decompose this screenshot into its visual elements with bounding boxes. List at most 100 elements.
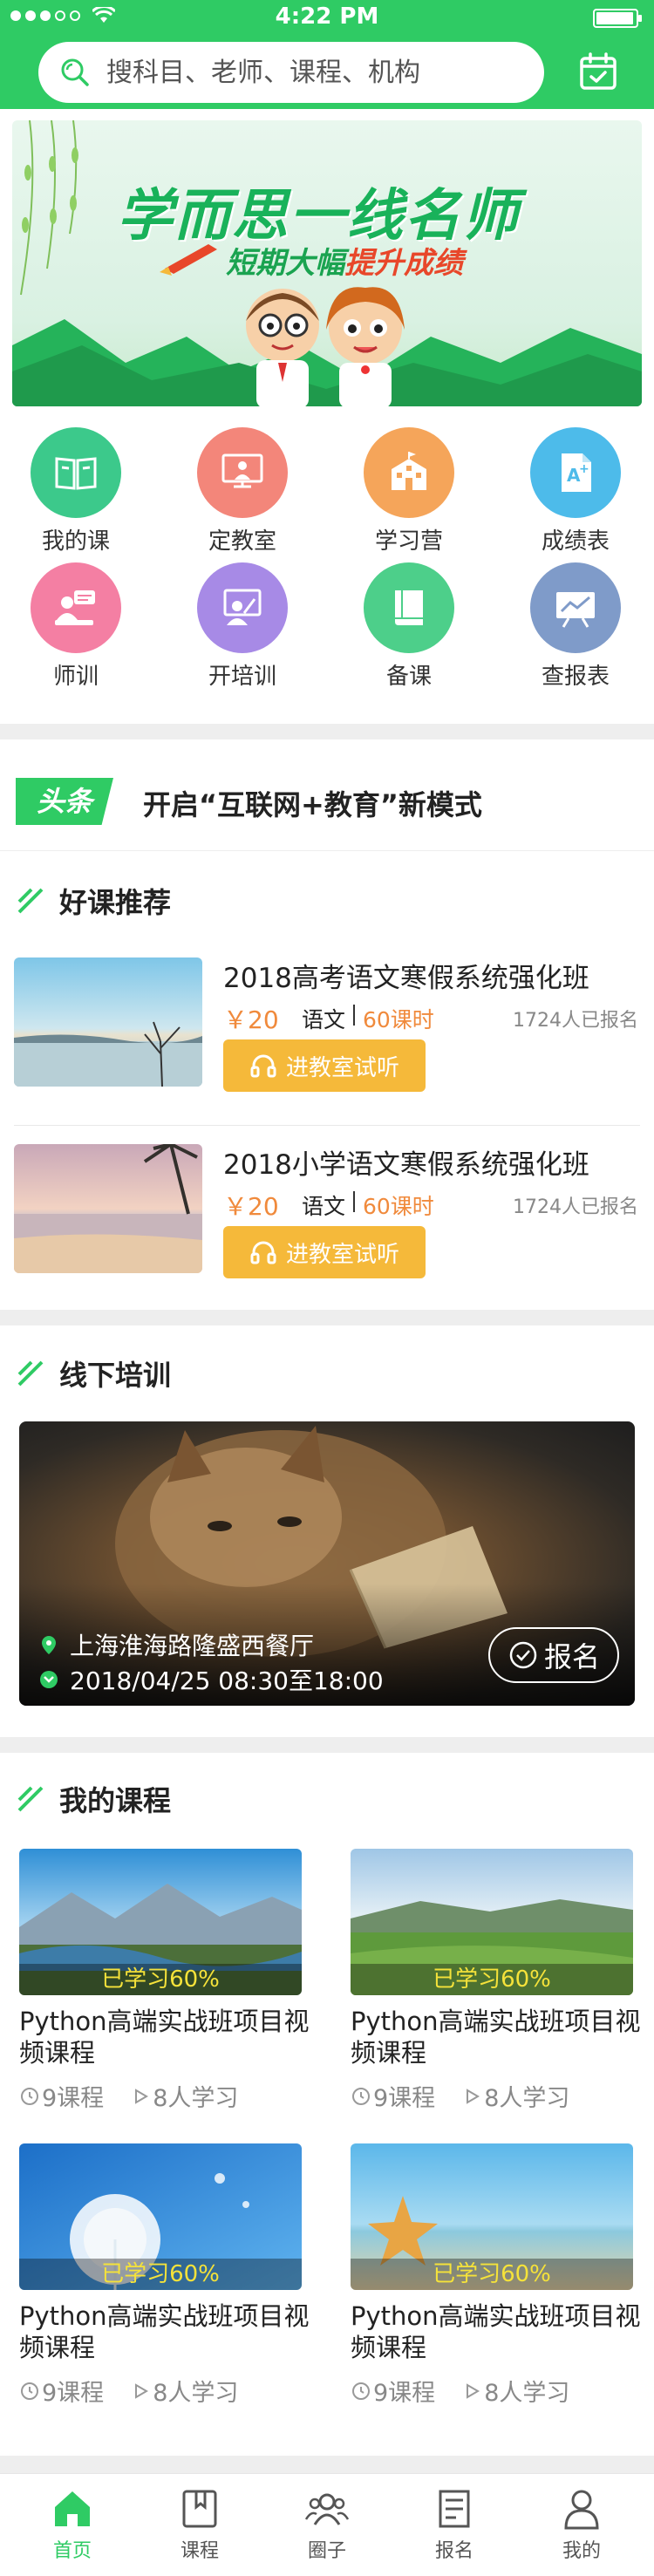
slash-marks-icon <box>17 1786 44 1812</box>
enrolled-count: 1724人已报名 <box>513 1010 638 1032</box>
search-icon <box>61 58 89 86</box>
status-bar: 4:22 PM <box>0 0 654 35</box>
course-meta: 9课程 8人学习 <box>19 2374 238 2408</box>
teacher-training-icon <box>31 562 121 653</box>
course-cover: 已学习60% <box>351 2143 633 2290</box>
banner-subtitle: 短期大幅提升成绩 <box>226 246 463 281</box>
grid-item-start-training[interactable]: 开培训 <box>177 562 308 691</box>
grid-item-teacher-training[interactable]: 师训 <box>10 562 141 691</box>
headphones-icon <box>250 1054 276 1078</box>
slash-marks-icon <box>17 888 44 914</box>
tab-signup[interactable]: 报名 <box>389 2486 520 2563</box>
search-input[interactable] <box>106 57 525 88</box>
clock-icon <box>21 2087 38 2105</box>
course-card[interactable]: 2018高考语文寒假系统强化班 ￥20 语文 60课时 1724人已报名 进教室… <box>0 938 654 1127</box>
grid-label: 师训 <box>52 664 99 690</box>
report-chart-icon <box>530 562 621 653</box>
enrolled-count: 1724人已报名 <box>513 1196 638 1218</box>
open-book-icon <box>31 427 121 518</box>
training-datetime: 2018/04/25 08:30至18:00 <box>38 1662 384 1697</box>
play-icon <box>135 2382 149 2399</box>
course-meta: 9课程 8人学习 <box>19 2079 238 2113</box>
my-course-card[interactable]: 已学习60% Python高端实战班项目视频课程 9课程 8人学习 <box>19 2143 310 2423</box>
grid-label: 开培训 <box>208 664 276 690</box>
grade-sheet-icon: A + <box>530 427 621 518</box>
signup-form-icon <box>439 2490 470 2528</box>
course-name: Python高端实战班项目视频课程 <box>19 2301 310 2362</box>
course-meta: 9课程 8人学习 <box>351 2079 569 2113</box>
headline-bar[interactable]: 头条 开启“互联网+教育”新模式 <box>0 755 654 851</box>
meta-divider <box>353 1005 355 1026</box>
course-title: 2018小学语文寒假系统强化班 <box>223 1149 589 1181</box>
course-name: Python高端实战班项目视频课程 <box>351 2007 641 2068</box>
clock-icon <box>352 2087 370 2105</box>
section-title-offline: 线下培训 <box>16 1353 171 1394</box>
play-icon <box>467 2088 480 2104</box>
tab-profile[interactable]: 我的 <box>516 2486 647 2563</box>
search-bar[interactable] <box>38 42 544 103</box>
course-price: ￥20 <box>223 1192 279 1221</box>
my-course-card[interactable]: 已学习60% Python高端实战班项目视频课程 9课程 8人学习 <box>19 1849 310 2128</box>
course-cover: 已学习60% <box>19 2143 302 2290</box>
course-subject: 语文 <box>302 1194 346 1219</box>
grid-label: 备课 <box>385 664 432 690</box>
slash-marks-icon <box>17 1360 44 1387</box>
clock-icon <box>21 2382 38 2400</box>
play-icon <box>135 2088 149 2104</box>
my-course-card[interactable]: 已学习60% Python高端实战班项目视频课程 9课程 8人学习 <box>351 1849 641 2128</box>
trial-class-button[interactable]: 进教室试听 <box>223 1039 426 1092</box>
grid-item-book-classroom[interactable]: 定教室 <box>177 427 308 555</box>
section-divider <box>0 2456 654 2473</box>
home-icon <box>55 2491 90 2526</box>
promo-banner[interactable]: 学而思一线名师 短期大幅提升成绩 <box>12 120 642 406</box>
course-price: ￥20 <box>223 1005 279 1034</box>
lesson-book-icon <box>364 562 454 653</box>
status-time: 4:22 PM <box>275 3 379 30</box>
course-title: 2018高考语文寒假系统强化班 <box>223 963 589 994</box>
section-title-my-courses: 我的课程 <box>16 1779 171 1819</box>
grid-label: 我的课 <box>41 528 110 555</box>
training-location: 上海淮海路隆盛西餐厅 <box>38 1627 314 1662</box>
my-course-card[interactable]: 已学习60% Python高端实战班项目视频课程 9课程 8人学习 <box>351 2143 641 2423</box>
rocket-icon <box>160 244 217 276</box>
grid-item-my-courses[interactable]: 我的课 <box>10 427 141 555</box>
progress-label: 已学习60% <box>19 1964 302 1995</box>
grid-item-view-report[interactable]: 查报表 <box>510 562 641 691</box>
grid-label: 学习营 <box>374 528 443 555</box>
offline-training-card[interactable]: 上海淮海路隆盛西餐厅 2018/04/25 08:30至18:00 报名 <box>19 1421 635 1706</box>
tab-home[interactable]: 首页 <box>7 2486 138 2563</box>
clock-icon <box>352 2382 370 2400</box>
course-meta: 9课程 8人学习 <box>351 2374 569 2408</box>
bookmark-book-icon <box>182 2490 217 2528</box>
tab-courses[interactable]: 课程 <box>134 2486 265 2563</box>
course-card[interactable]: 2018小学语文寒假系统强化班 ￥20 语文 60课时 1724人已报名 进教室… <box>0 1125 654 1313</box>
willow-branch-icon <box>20 120 78 296</box>
check-circle-icon <box>509 1641 537 1669</box>
header: 4:22 PM <box>0 0 654 109</box>
section-divider <box>0 724 654 739</box>
trainer-icon <box>197 562 288 653</box>
course-thumbnail <box>14 957 202 1087</box>
svg-text:+: + <box>579 462 589 476</box>
progress-label: 已学习60% <box>351 2259 633 2290</box>
trial-class-button[interactable]: 进教室试听 <box>223 1226 426 1278</box>
calendar-checkin-icon[interactable] <box>577 51 619 92</box>
course-thumbnail <box>14 1144 202 1273</box>
clock-icon <box>40 1671 58 1688</box>
section-divider <box>0 1310 654 1325</box>
group-icon <box>304 2493 350 2525</box>
grid-label: 成绩表 <box>541 528 610 555</box>
location-pin-icon <box>42 1636 56 1654</box>
grid-item-lesson-prep[interactable]: 备课 <box>344 562 474 691</box>
school-building-icon <box>364 427 454 518</box>
course-hours: 60课时 <box>363 1194 434 1219</box>
classroom-icon <box>197 427 288 518</box>
bottom-tab-bar: 首页 课程 圈子 报名 我的 <box>0 2473 654 2576</box>
signup-button[interactable]: 报名 <box>488 1627 619 1683</box>
headline-text: 开启“互联网+教育”新模式 <box>143 788 482 821</box>
grid-item-study-camp[interactable]: 学习营 <box>344 427 474 555</box>
tab-circle[interactable]: 圈子 <box>262 2486 392 2563</box>
cartoon-kids-illustration <box>246 287 405 406</box>
headline-badge: 头条 <box>16 778 113 825</box>
grid-item-grade-sheet[interactable]: A + 成绩表 <box>510 427 641 555</box>
